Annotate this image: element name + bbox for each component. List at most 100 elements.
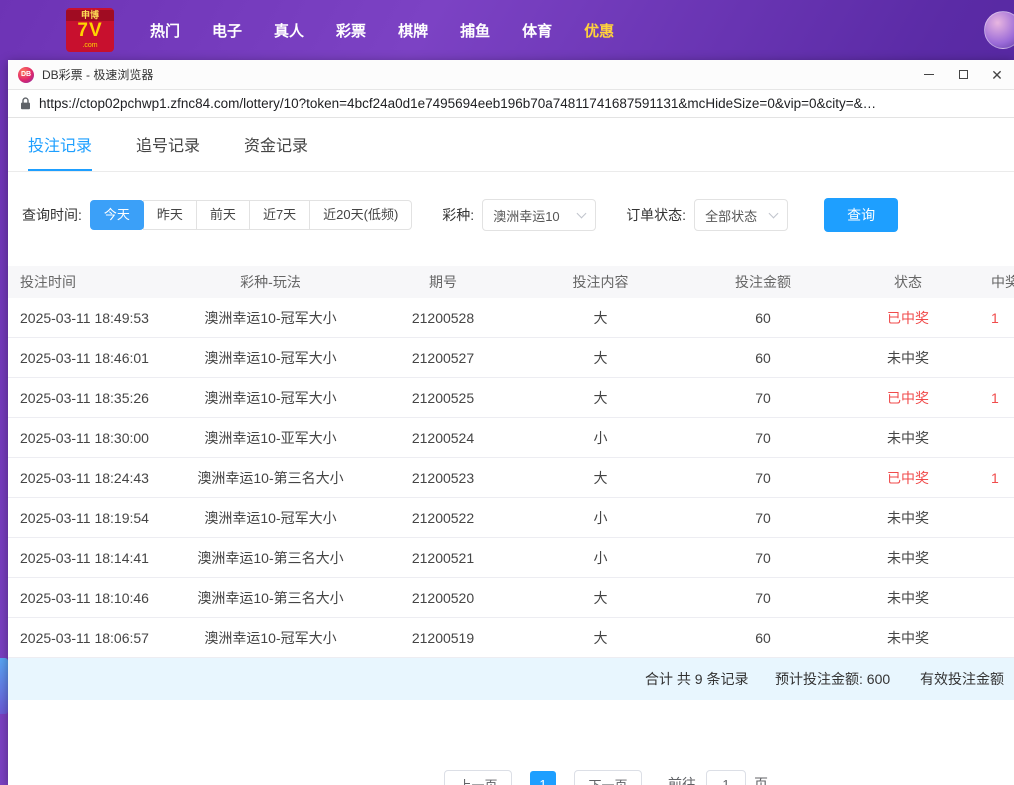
cell-issue: 21200521	[368, 550, 518, 566]
cell-bet-amount: 70	[683, 590, 843, 606]
tab-chase-records[interactable]: 追号记录	[136, 132, 200, 171]
cell-issue: 21200528	[368, 310, 518, 326]
table-row[interactable]: 2025-03-11 18:06:57 澳洲幸运10-冠军大小 21200519…	[8, 618, 1014, 658]
range-today-button[interactable]: 今天	[90, 200, 144, 230]
cell-game-type: 澳洲幸运10-冠军大小	[173, 308, 368, 328]
nav-item-promo[interactable]: 优惠	[568, 20, 630, 41]
minimize-button[interactable]	[912, 60, 946, 89]
cell-bet-amount: 70	[683, 430, 843, 446]
cell-status: 未中奖	[843, 428, 973, 448]
range-7days-button[interactable]: 近7天	[249, 200, 310, 230]
url-text[interactable]: https://ctop02pchwp1.zfnc84.com/lottery/…	[39, 96, 876, 111]
table-row[interactable]: 2025-03-11 18:30:00 澳洲幸运10-亚军大小 21200524…	[8, 418, 1014, 458]
header-bet-time: 投注时间	[8, 272, 173, 292]
close-button[interactable]: ✕	[980, 60, 1014, 89]
page-number-current[interactable]: 1	[530, 771, 556, 785]
site-logo[interactable]: 申博 7V .com	[66, 8, 114, 52]
page-suffix-label: 页	[754, 774, 768, 785]
cell-game-type: 澳洲幸运10-第三名大小	[173, 588, 368, 608]
cell-issue: 21200519	[368, 630, 518, 646]
cell-game-type: 澳洲幸运10-冠军大小	[173, 388, 368, 408]
cell-bet-time: 2025-03-11 18:10:46	[8, 590, 173, 606]
cell-game-type: 澳洲幸运10-第三名大小	[173, 468, 368, 488]
nav-item-sports[interactable]: 体育	[506, 20, 568, 41]
order-status-select[interactable]: 全部状态	[694, 199, 788, 231]
user-avatar[interactable]	[984, 11, 1014, 49]
cell-game-type: 澳洲幸运10-第三名大小	[173, 548, 368, 568]
cell-status: 未中奖	[843, 548, 973, 568]
header-win-amount: 中奖金额	[973, 272, 1014, 292]
nav-item-lottery[interactable]: 彩票	[320, 20, 382, 41]
range-yesterday-button[interactable]: 昨天	[143, 200, 197, 230]
minimize-icon	[924, 74, 934, 75]
nav-item-electronic[interactable]: 电子	[196, 20, 258, 41]
header-status: 状态	[843, 272, 973, 292]
cell-bet-time: 2025-03-11 18:14:41	[8, 550, 173, 566]
window-titlebar[interactable]: DB DB彩票 - 极速浏览器 ✕	[8, 60, 1014, 90]
cell-issue: 21200524	[368, 430, 518, 446]
cell-status: 未中奖	[843, 588, 973, 608]
nav-item-live[interactable]: 真人	[258, 20, 320, 41]
table-row[interactable]: 2025-03-11 18:19:54 澳洲幸运10-冠军大小 21200522…	[8, 498, 1014, 538]
cell-bet-content: 大	[518, 308, 683, 328]
time-filter-label: 查询时间:	[22, 205, 82, 225]
bet-records-table: 投注时间 彩种-玩法 期号 投注内容 投注金额 状态 中奖金额 2025-03-…	[8, 266, 1014, 658]
cell-status: 未中奖	[843, 348, 973, 368]
cell-bet-content: 小	[518, 548, 683, 568]
table-row[interactable]: 2025-03-11 18:49:53 澳洲幸运10-冠军大小 21200528…	[8, 298, 1014, 338]
cell-bet-time: 2025-03-11 18:35:26	[8, 390, 173, 406]
lottery-select[interactable]: 澳洲幸运10	[482, 199, 596, 231]
summary-expected-amount: 预计投注金额: 600	[775, 658, 890, 700]
site-logo-suffix-text: .com	[82, 41, 97, 50]
cell-bet-time: 2025-03-11 18:06:57	[8, 630, 173, 646]
chevron-down-icon	[769, 208, 779, 218]
window-controls: ✕	[912, 60, 1014, 89]
table-row[interactable]: 2025-03-11 18:10:46 澳洲幸运10-第三名大小 2120052…	[8, 578, 1014, 618]
nav-item-chess[interactable]: 棋牌	[382, 20, 444, 41]
cell-bet-content: 小	[518, 508, 683, 528]
range-daybefore-button[interactable]: 前天	[196, 200, 250, 230]
address-bar[interactable]: https://ctop02pchwp1.zfnc84.com/lottery/…	[8, 90, 1014, 118]
cell-win-amount: 1	[973, 390, 1014, 406]
lottery-filter-label: 彩种:	[442, 205, 474, 225]
maximize-button[interactable]	[946, 60, 980, 89]
cell-issue: 21200523	[368, 470, 518, 486]
cell-issue: 21200522	[368, 510, 518, 526]
cell-bet-amount: 60	[683, 310, 843, 326]
range-20days-button[interactable]: 近20天(低频)	[309, 200, 412, 230]
cell-game-type: 澳洲幸运10-冠军大小	[173, 348, 368, 368]
tab-bet-records[interactable]: 投注记录	[28, 132, 92, 171]
summary-total-records: 合计 共 9 条记录	[645, 658, 748, 700]
cell-bet-time: 2025-03-11 18:46:01	[8, 350, 173, 366]
cell-bet-amount: 70	[683, 390, 843, 406]
header-bet-content: 投注内容	[518, 272, 683, 292]
nav-item-fishing[interactable]: 捕鱼	[444, 20, 506, 41]
cell-game-type: 澳洲幸运10-冠军大小	[173, 508, 368, 528]
cell-issue: 21200527	[368, 350, 518, 366]
pagination: 上一页 1 下一页 前往 页	[444, 770, 1014, 785]
nav-item-hot[interactable]: 热门	[134, 20, 196, 41]
table-row[interactable]: 2025-03-11 18:35:26 澳洲幸运10-冠军大小 21200525…	[8, 378, 1014, 418]
cell-bet-content: 大	[518, 628, 683, 648]
summary-bar: 合计 共 9 条记录 预计投注金额: 600 有效投注金额	[8, 658, 1014, 700]
cell-bet-content: 小	[518, 428, 683, 448]
table-row[interactable]: 2025-03-11 18:14:41 澳洲幸运10-第三名大小 2120052…	[8, 538, 1014, 578]
goto-page-input[interactable]	[706, 770, 746, 785]
table-row[interactable]: 2025-03-11 18:46:01 澳洲幸运10-冠军大小 21200527…	[8, 338, 1014, 378]
cell-bet-time: 2025-03-11 18:30:00	[8, 430, 173, 446]
next-page-button[interactable]: 下一页	[574, 770, 642, 785]
cell-issue: 21200525	[368, 390, 518, 406]
cell-bet-content: 大	[518, 348, 683, 368]
prev-page-button[interactable]: 上一页	[444, 770, 512, 785]
cell-bet-time: 2025-03-11 18:24:43	[8, 470, 173, 486]
query-button[interactable]: 查询	[824, 198, 898, 232]
cell-bet-content: 大	[518, 468, 683, 488]
tab-fund-records[interactable]: 资金记录	[244, 132, 308, 171]
table-row[interactable]: 2025-03-11 18:24:43 澳洲幸运10-第三名大小 2120052…	[8, 458, 1014, 498]
lock-icon	[20, 97, 31, 110]
order-status-select-value: 全部状态	[705, 206, 757, 225]
maximize-icon	[959, 70, 968, 79]
cell-status: 已中奖	[843, 468, 973, 488]
lottery-select-value: 澳洲幸运10	[493, 206, 559, 225]
cell-bet-content: 大	[518, 388, 683, 408]
